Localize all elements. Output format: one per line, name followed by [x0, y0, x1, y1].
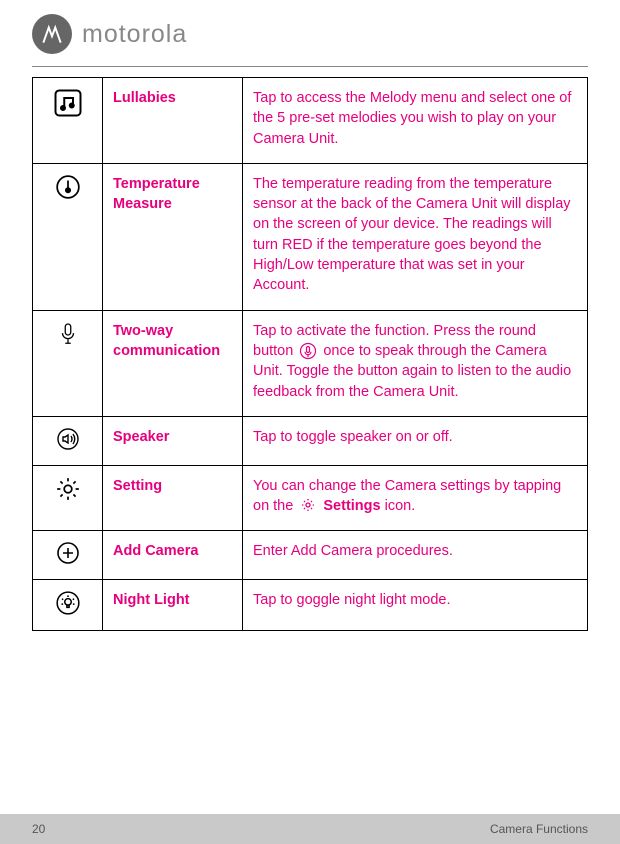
- bulb-icon: [33, 580, 103, 631]
- feature-desc: You can change the Camera settings by ta…: [243, 465, 588, 531]
- brand-wordmark: motorola: [82, 20, 187, 49]
- microphone-icon: [33, 310, 103, 416]
- desc-post: icon.: [381, 498, 416, 514]
- speaker-icon: [33, 416, 103, 465]
- feature-label: Add Camera: [103, 531, 243, 580]
- desc-bold: Settings: [323, 498, 380, 514]
- music-icon: [33, 78, 103, 164]
- feature-desc: Tap to access the Melody menu and select…: [243, 78, 588, 164]
- feature-label: Lullabies: [103, 78, 243, 164]
- feature-label: Night Light: [103, 580, 243, 631]
- table-row: Lullabies Tap to access the Melody menu …: [33, 78, 588, 164]
- gear-inline-icon: [299, 497, 317, 515]
- thermometer-icon: [33, 163, 103, 310]
- gear-icon: [33, 465, 103, 531]
- footer-section: Camera Functions: [490, 822, 588, 836]
- header-rule: [32, 66, 588, 67]
- feature-desc: Tap to goggle night light mode.: [243, 580, 588, 631]
- motorola-logo-icon: [32, 14, 72, 54]
- table-row: Two-way communication Tap to activate th…: [33, 310, 588, 416]
- table-row: Temperature Measure The temperature read…: [33, 163, 588, 310]
- feature-desc: Enter Add Camera procedures.: [243, 531, 588, 580]
- feature-desc: The temperature reading from the tempera…: [243, 163, 588, 310]
- brand-header: motorola: [32, 14, 588, 54]
- feature-label: Speaker: [103, 416, 243, 465]
- feature-label: Temperature Measure: [103, 163, 243, 310]
- table-row: Speaker Tap to toggle speaker on or off.: [33, 416, 588, 465]
- page-number: 20: [32, 822, 45, 836]
- feature-label: Setting: [103, 465, 243, 531]
- table-row: Setting You can change the Camera settin…: [33, 465, 588, 531]
- table-row: Add Camera Enter Add Camera procedures.: [33, 531, 588, 580]
- table-row: Night Light Tap to goggle night light mo…: [33, 580, 588, 631]
- plus-icon: [33, 531, 103, 580]
- feature-desc: Tap to activate the function. Press the …: [243, 310, 588, 416]
- feature-label: Two-way communication: [103, 310, 243, 416]
- page-footer: 20 Camera Functions: [0, 814, 620, 844]
- features-table: Lullabies Tap to access the Melody menu …: [32, 77, 588, 631]
- feature-desc: Tap to toggle speaker on or off.: [243, 416, 588, 465]
- round-mic-button-icon: [299, 342, 317, 360]
